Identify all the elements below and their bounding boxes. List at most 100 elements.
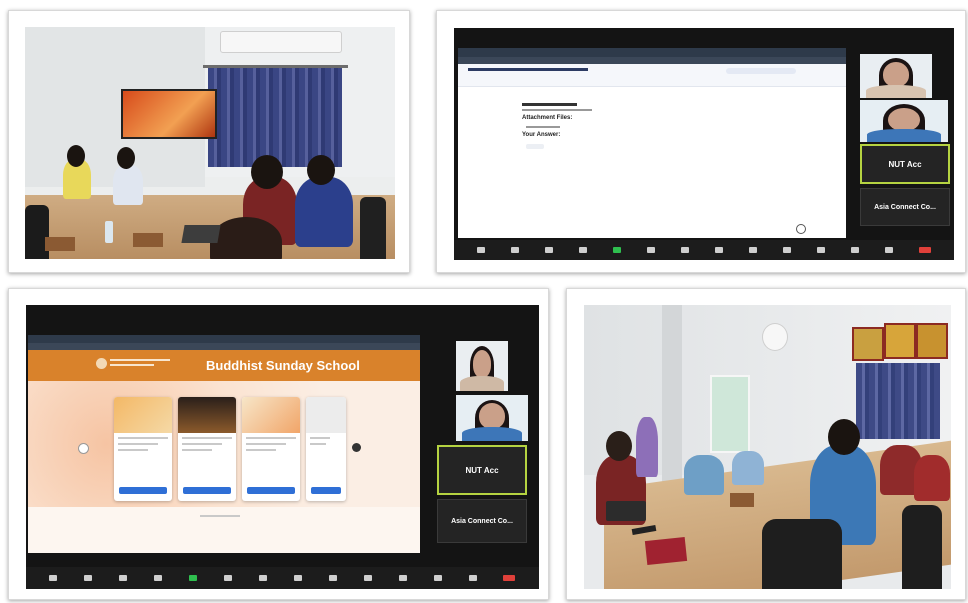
course-card[interactable] xyxy=(242,397,300,501)
show-captions-button[interactable] xyxy=(749,246,757,254)
form-search-box xyxy=(726,68,796,74)
participant-name: Asia Connect Co... xyxy=(874,203,936,211)
participant-video-tile xyxy=(860,54,932,98)
zoom-screenshot-form: Attachment Files: Your Answer: NUT Acc A… xyxy=(454,28,954,260)
record-button[interactable] xyxy=(715,246,723,254)
participant xyxy=(684,455,724,495)
summary-button[interactable] xyxy=(224,574,233,582)
video-button[interactable] xyxy=(511,246,519,254)
apps-button[interactable] xyxy=(817,246,825,254)
participant xyxy=(307,155,335,185)
zoom-screenshot-site-frame: Buddhist Sunday School NUT Acc Asia Conn… xyxy=(8,288,549,600)
classroom-photo-1-frame xyxy=(8,10,410,273)
reactions-button[interactable] xyxy=(363,574,372,582)
audio-button[interactable] xyxy=(477,246,485,254)
carousel-dots xyxy=(200,515,240,517)
zoom-toolbar xyxy=(26,567,539,589)
wall-banner xyxy=(916,323,948,359)
participants-button[interactable] xyxy=(545,246,553,254)
notes-button[interactable] xyxy=(468,574,477,582)
next-button[interactable] xyxy=(796,224,806,234)
tissue-box xyxy=(133,233,163,247)
apps-button[interactable] xyxy=(398,574,407,582)
site-title: Buddhist Sunday School xyxy=(206,358,360,373)
participants-button[interactable] xyxy=(119,574,128,582)
audio-button[interactable] xyxy=(49,574,58,582)
reactions-button[interactable] xyxy=(783,246,791,254)
summary-button[interactable] xyxy=(647,246,655,254)
participant xyxy=(117,147,135,169)
tv-screen xyxy=(121,89,217,139)
chair xyxy=(762,519,842,589)
start-learning-button[interactable] xyxy=(183,487,231,494)
participant xyxy=(210,217,282,259)
browser-tab-bar xyxy=(28,335,420,343)
form-question-line xyxy=(522,103,577,106)
carousel-prev-button[interactable] xyxy=(78,443,89,454)
site-header: Buddhist Sunday School xyxy=(28,350,420,381)
browser-window: Attachment Files: Your Answer: xyxy=(458,48,846,238)
leave-button[interactable] xyxy=(919,246,931,254)
share-screen-button[interactable] xyxy=(189,574,198,582)
curtain xyxy=(208,67,342,167)
site-logo-text-line xyxy=(110,364,154,366)
participant xyxy=(732,451,764,485)
participant xyxy=(828,419,860,455)
participant xyxy=(295,177,353,247)
laptop xyxy=(181,225,221,243)
classroom-photo-2 xyxy=(584,305,951,589)
record-button[interactable] xyxy=(293,574,302,582)
wall-banner xyxy=(852,327,884,361)
chair xyxy=(902,505,942,589)
carousel-next-button[interactable] xyxy=(352,443,361,452)
doorway xyxy=(662,305,682,485)
ai-companion-button[interactable] xyxy=(258,574,267,582)
attachment-line xyxy=(526,126,560,128)
window xyxy=(710,375,750,453)
whiteboards-button[interactable] xyxy=(851,246,859,254)
start-learning-button[interactable] xyxy=(247,487,295,494)
participant-tile-nut-acc: NUT Acc xyxy=(860,144,950,184)
classroom-photo-1 xyxy=(25,27,395,259)
participant xyxy=(606,431,632,461)
water-bottle xyxy=(105,221,113,243)
your-answer-heading: Your Answer: xyxy=(522,132,561,138)
share-screen-button[interactable] xyxy=(613,246,621,254)
start-learning-button[interactable] xyxy=(119,487,167,494)
tissue-box xyxy=(45,237,75,251)
browser-window: Buddhist Sunday School xyxy=(28,335,420,553)
form-question-sub xyxy=(522,109,592,111)
participant-name: NUT Acc xyxy=(465,465,499,475)
classroom-photo-2-frame xyxy=(566,288,966,600)
zoom-toolbar xyxy=(454,240,954,260)
tablet xyxy=(606,501,646,521)
ai-companion-button[interactable] xyxy=(681,246,689,254)
chat-button[interactable] xyxy=(154,574,163,582)
answer-chip xyxy=(526,144,544,149)
video-button[interactable] xyxy=(84,574,93,582)
participant-name: Asia Connect Co... xyxy=(451,517,513,525)
zoom-screenshot-form-frame: Attachment Files: Your Answer: NUT Acc A… xyxy=(436,10,966,273)
participant-name: NUT Acc xyxy=(888,159,922,169)
site-logo-icon xyxy=(96,358,107,369)
leave-button[interactable] xyxy=(503,574,516,582)
participant-tile-nut-acc: NUT Acc xyxy=(437,445,527,495)
zoom-screenshot-sunday-school: Buddhist Sunday School NUT Acc Asia Conn… xyxy=(26,305,539,589)
notes-button[interactable] xyxy=(885,246,893,254)
start-learning-button[interactable] xyxy=(311,487,341,494)
course-card[interactable] xyxy=(114,397,172,501)
show-captions-button[interactable] xyxy=(328,574,337,582)
chat-button[interactable] xyxy=(579,246,587,254)
whiteboards-button[interactable] xyxy=(433,574,442,582)
wall-fan xyxy=(762,323,788,351)
course-card[interactable] xyxy=(178,397,236,501)
curtain-rod xyxy=(203,65,348,68)
participant-video-tile xyxy=(860,100,948,142)
participant xyxy=(113,165,143,205)
tissue-box xyxy=(730,493,754,507)
wall-banner xyxy=(884,323,916,359)
course-card[interactable] xyxy=(306,397,346,501)
participant xyxy=(67,145,85,167)
participant-video-tile xyxy=(456,395,528,441)
participant-tile-asia-connect: Asia Connect Co... xyxy=(860,188,950,226)
